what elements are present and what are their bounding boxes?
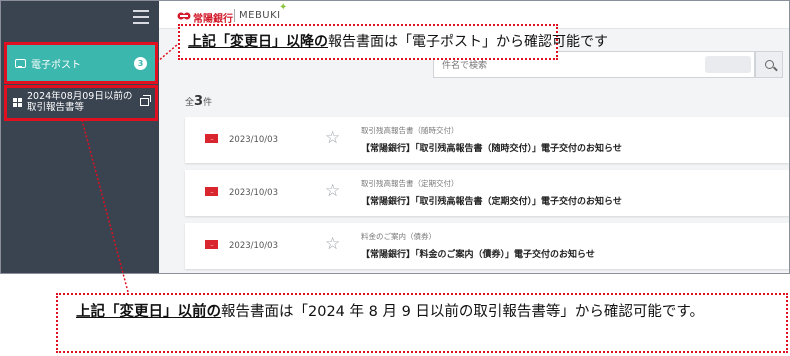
- list-item-category: 取引残高報告書（定期交付）: [361, 179, 459, 188]
- list-item-subject: 【常陽銀行】「料金のご案内（債券）」電子交付のお知らせ: [361, 250, 595, 260]
- search-icon: [764, 60, 774, 69]
- result-count-number: 3: [194, 94, 204, 109]
- list-item-date: 2023/10/03: [229, 188, 278, 198]
- list-item-category: 料金のご案内（債券）: [361, 232, 436, 241]
- grid-icon: [13, 97, 22, 107]
- hamburger-icon[interactable]: [133, 10, 149, 24]
- unread-count-badge: 3: [134, 56, 147, 70]
- callout-bottom-highlight: 上記「変更日」以前の: [76, 304, 221, 320]
- sidebar-item-label: 2024年08月09日以前の 取引報告書等: [27, 91, 132, 113]
- result-count-prefix: 全: [185, 98, 195, 108]
- star-icon[interactable]: ☆: [325, 234, 340, 254]
- list-item-date: 2023/10/03: [229, 241, 278, 251]
- list-item-date: 2023/10/03: [229, 135, 278, 145]
- list-item-category: 取引残高報告書（随時交付）: [361, 126, 459, 135]
- sidebar-item-label-line1: 2024年08月09日以前の: [27, 91, 133, 102]
- sidebar-item-past-reports[interactable]: 2024年08月09日以前の 取引報告書等: [7, 86, 155, 118]
- bank-logo-text: 常陽銀行: [193, 14, 233, 25]
- group-logo-text: MEBUKI: [239, 10, 281, 21]
- mailbox-icon: [15, 58, 26, 68]
- sidebar: 電子ポスト 3 2024年08月09日以前の 取引報告書等: [1, 1, 159, 273]
- sparkle-icon: ✦: [279, 2, 288, 13]
- star-icon[interactable]: ☆: [325, 181, 340, 201]
- mail-icon: [205, 134, 218, 143]
- sidebar-item-label-line2: 取引報告書等: [27, 102, 85, 113]
- mail-icon: [205, 187, 218, 196]
- callout-top-highlight: 上記「変更日」以降の: [188, 34, 328, 50]
- list-item[interactable]: 2023/10/03 ☆ 取引残高報告書（随時交付） 【常陽銀行】「取引残高報告…: [185, 117, 789, 163]
- callout-bottom: 上記「変更日」以前の報告書面は「2024 年 8 月 9 日以前の取引報告書等」…: [56, 293, 788, 353]
- list-item[interactable]: 2023/10/03 ☆ 料金のご案内（債券） 【常陽銀行】「料金のご案内（債券…: [185, 223, 789, 269]
- sidebar-item-label: 電子ポスト: [31, 59, 81, 71]
- mail-icon: [205, 240, 218, 249]
- sidebar-item-electronic-post[interactable]: 電子ポスト 3: [7, 45, 155, 81]
- search-button[interactable]: [755, 51, 783, 78]
- result-count: 全3件: [185, 94, 212, 109]
- callout-top: 上記「変更日」以降の報告書面は「電子ポスト」から確認可能です: [178, 24, 608, 60]
- star-icon[interactable]: ☆: [325, 128, 340, 148]
- list-item-subject: 【常陽銀行】「取引残高報告書（随時交付）」電子交付のお知らせ: [361, 144, 622, 154]
- list-item-subject: 【常陽銀行】「取引残高報告書（定期交付）」電子交付のお知らせ: [361, 197, 622, 207]
- callout-bottom-text: 報告書面は「2024 年 8 月 9 日以前の取引報告書等」から確認可能です。: [221, 304, 704, 320]
- external-window-icon: [140, 95, 151, 106]
- logo-divider: [234, 9, 235, 22]
- search-filter-select[interactable]: [705, 56, 751, 73]
- callout-top-text: 報告書面は「電子ポスト」から確認可能です: [328, 34, 608, 50]
- bank-logo-icon: [177, 12, 191, 20]
- list-item[interactable]: 2023/10/03 ☆ 取引残高報告書（定期交付） 【常陽銀行】「取引残高報告…: [185, 170, 789, 216]
- result-count-suffix: 件: [203, 98, 213, 108]
